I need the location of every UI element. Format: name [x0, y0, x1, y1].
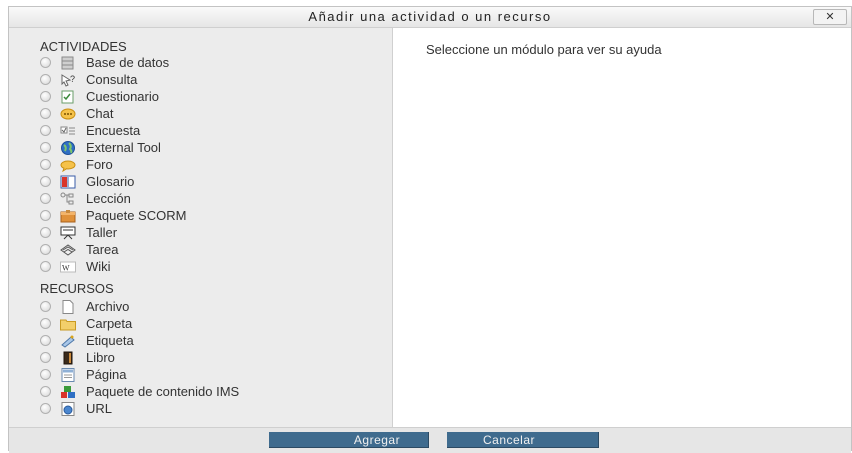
scorm-icon	[60, 209, 76, 223]
radio-button[interactable]	[40, 210, 51, 221]
item-label: URL	[86, 401, 113, 416]
close-button[interactable]: ✕	[813, 9, 847, 25]
radio-button[interactable]	[40, 57, 51, 68]
option-survey[interactable]: Encuesta	[40, 122, 140, 139]
dialog-title: Añadir una actividad o un recurso	[308, 9, 552, 24]
item-label: Chat	[86, 106, 114, 121]
item-label: Wiki	[86, 259, 111, 274]
radio-button[interactable]	[40, 74, 51, 85]
module-list-panel: ACTIVIDADES Base de datos ? Consulta Cue…	[9, 28, 393, 427]
radio-button[interactable]	[40, 125, 51, 136]
option-database[interactable]: Base de datos	[40, 54, 169, 71]
label-icon	[60, 334, 76, 348]
add-button-label: Agregar	[353, 433, 401, 447]
section-heading-activities: ACTIVIDADES	[40, 39, 127, 54]
radio-button[interactable]	[40, 352, 51, 363]
option-quiz[interactable]: Cuestionario	[40, 88, 159, 105]
dialog-footer: Agregar Cancelar	[9, 427, 851, 453]
help-panel: Seleccione un módulo para ver su ayuda	[393, 28, 851, 427]
item-label: Consulta	[86, 72, 138, 87]
item-label: Página	[86, 367, 127, 382]
option-wiki[interactable]: W Wiki	[40, 258, 111, 275]
cancel-button[interactable]: Cancelar	[447, 432, 602, 448]
radio-button[interactable]	[40, 261, 51, 272]
cancel-button-label: Cancelar	[482, 433, 536, 447]
radio-button[interactable]	[40, 108, 51, 119]
choice-icon: ?	[60, 73, 76, 87]
radio-button[interactable]	[40, 335, 51, 346]
option-ims-package[interactable]: Paquete de contenido IMS	[40, 383, 239, 400]
option-scorm[interactable]: Paquete SCORM	[40, 207, 186, 224]
database-icon	[60, 56, 76, 70]
item-label: Etiqueta	[86, 333, 134, 348]
item-label: Glosario	[86, 174, 135, 189]
item-label: Encuesta	[86, 123, 141, 138]
option-external-tool[interactable]: External Tool	[40, 139, 161, 156]
folder-icon	[60, 317, 76, 331]
workshop-icon	[60, 226, 76, 240]
glossary-icon	[60, 175, 76, 189]
file-icon	[60, 299, 76, 314]
close-icon: ✕	[825, 11, 835, 23]
item-label: Libro	[86, 350, 115, 365]
item-label: Base de datos	[86, 55, 170, 70]
dialog-titlebar: Añadir una actividad o un recurso ✕	[9, 7, 851, 28]
radio-button[interactable]	[40, 403, 51, 414]
svg-text:?: ?	[70, 74, 75, 84]
page-icon	[60, 367, 76, 382]
item-label: Paquete de contenido IMS	[86, 384, 240, 399]
item-label: Carpeta	[86, 316, 133, 331]
radio-button[interactable]	[40, 318, 51, 329]
item-label: External Tool	[86, 140, 161, 155]
item-label: Lección	[86, 191, 131, 206]
radio-button[interactable]	[40, 159, 51, 170]
survey-icon	[60, 124, 76, 138]
option-folder[interactable]: Carpeta	[40, 315, 132, 332]
radio-button[interactable]	[40, 244, 51, 255]
book-icon	[60, 351, 76, 365]
section-heading-resources: RECURSOS	[40, 281, 114, 296]
help-text: Seleccione un módulo para ver su ayuda	[426, 42, 662, 57]
url-icon	[60, 401, 76, 416]
item-label: Tarea	[86, 242, 119, 257]
item-label: Cuestionario	[86, 89, 159, 104]
quiz-icon	[60, 90, 76, 104]
option-url[interactable]: URL	[40, 400, 112, 417]
item-label: Foro	[86, 157, 113, 172]
option-choice[interactable]: ? Consulta	[40, 71, 137, 88]
option-lesson[interactable]: Lección	[40, 190, 131, 207]
radio-button[interactable]	[40, 369, 51, 380]
add-button[interactable]: Agregar	[269, 432, 432, 448]
chat-icon	[60, 107, 76, 121]
radio-button[interactable]	[40, 227, 51, 238]
option-workshop[interactable]: Taller	[40, 224, 117, 241]
option-label[interactable]: Etiqueta	[40, 332, 134, 349]
globe-icon	[60, 140, 76, 155]
radio-button[interactable]	[40, 193, 51, 204]
lesson-icon	[60, 192, 76, 206]
option-chat[interactable]: Chat	[40, 105, 113, 122]
radio-button[interactable]	[40, 386, 51, 397]
option-book[interactable]: Libro	[40, 349, 115, 366]
svg-text:W: W	[62, 263, 70, 272]
ims-icon	[60, 385, 76, 399]
item-label: Taller	[86, 225, 118, 240]
add-activity-dialog: Añadir una actividad o un recurso ✕ ACTI…	[8, 6, 852, 453]
item-label: Archivo	[86, 299, 130, 314]
radio-button[interactable]	[40, 91, 51, 102]
radio-button[interactable]	[40, 176, 51, 187]
radio-button[interactable]	[40, 142, 51, 153]
item-label: Paquete SCORM	[86, 208, 187, 223]
assignment-icon	[60, 243, 76, 257]
option-page[interactable]: Página	[40, 366, 126, 383]
forum-icon	[60, 158, 76, 172]
option-forum[interactable]: Foro	[40, 156, 113, 173]
wiki-icon: W	[60, 260, 76, 274]
option-glossary[interactable]: Glosario	[40, 173, 134, 190]
option-assignment[interactable]: Tarea	[40, 241, 119, 258]
radio-button[interactable]	[40, 301, 51, 312]
option-file[interactable]: Archivo	[40, 298, 129, 315]
